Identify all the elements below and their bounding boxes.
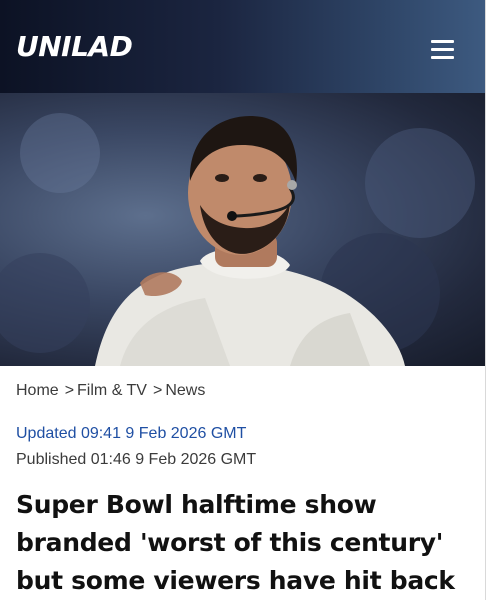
hero-photo-illustration: [0, 113, 475, 366]
menu-button[interactable]: [423, 36, 463, 64]
site-header: UNILAD: [0, 0, 485, 93]
breadcrumb-news[interactable]: News: [165, 382, 205, 399]
page-edge: [485, 0, 486, 600]
article-headline: Super Bowl halftime show branded 'worst …: [16, 490, 455, 595]
breadcrumb-film-tv[interactable]: Film & TV: [77, 382, 147, 399]
breadcrumb-separator: >: [64, 382, 75, 399]
breadcrumb: Home > Film & TV > News: [16, 381, 205, 401]
hero-image: [0, 93, 485, 366]
site-logo[interactable]: UNILAD: [16, 30, 133, 64]
updated-timestamp: Updated 09:41 9 Feb 2026 GMT: [16, 425, 247, 442]
breadcrumb-separator: >: [152, 382, 163, 399]
published-timestamp: Published 01:46 9 Feb 2026 GMT: [16, 451, 257, 468]
breadcrumb-home[interactable]: Home: [16, 382, 59, 399]
hamburger-menu-icon: [431, 40, 454, 43]
